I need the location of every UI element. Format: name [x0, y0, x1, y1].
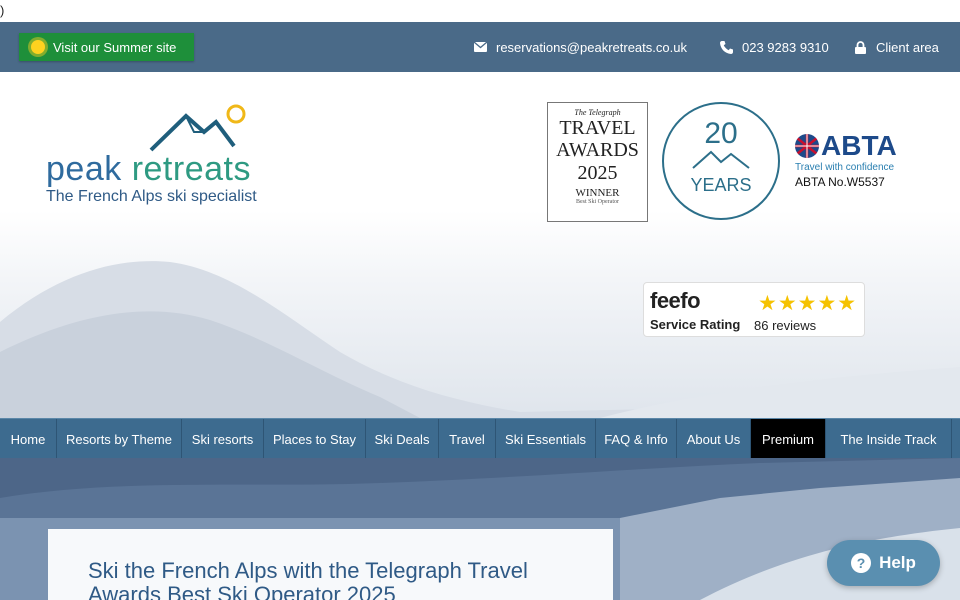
hero-headline: Ski the French Alps with the Telegraph T…: [88, 558, 528, 600]
telegraph-travel: TRAVEL: [559, 117, 636, 139]
nav-item-travel[interactable]: Travel: [439, 419, 496, 459]
nav-item-resorts-by-theme[interactable]: Resorts by Theme: [57, 419, 182, 459]
email-text: reservations@peakretreats.co.uk: [496, 39, 687, 55]
summer-site-button[interactable]: Visit our Summer site: [19, 33, 194, 61]
logo-word-peak: peak: [46, 150, 122, 188]
telegraph-award-badge: The Telegraph TRAVEL AWARDS 2025 WINNER …: [547, 102, 648, 222]
envelope-icon: [472, 42, 488, 52]
nav-item-ski-resorts[interactable]: Ski resorts: [182, 419, 264, 459]
nav-item-premium[interactable]: Premium: [751, 419, 826, 459]
peak-retreats-logo[interactable]: peak retreats: [46, 102, 258, 188]
feefo-rating-widget[interactable]: feefo Service Rating ★★★★★ 86 reviews: [643, 282, 865, 337]
phone-link[interactable]: 023 9283 9310: [718, 22, 829, 72]
hero-banner: Ski the French Alps with the Telegraph T…: [0, 458, 960, 600]
phone-text: 023 9283 9310: [742, 39, 829, 55]
feefo-label: Service Rating: [650, 317, 741, 332]
lock-icon: [852, 40, 868, 54]
telegraph-awards: AWARDS: [556, 139, 639, 161]
client-area-link[interactable]: Client area: [852, 22, 939, 72]
nav-item-home[interactable]: Home: [0, 419, 57, 459]
nav-item-the-inside-track[interactable]: The Inside Track: [826, 419, 952, 459]
logo-wordmark: peak retreats: [46, 150, 251, 189]
telegraph-masthead: The Telegraph: [574, 108, 621, 117]
abta-globe-icon: [795, 134, 819, 158]
telegraph-year: 2025: [577, 162, 618, 184]
email-link[interactable]: reservations@peakretreats.co.uk: [472, 22, 687, 72]
years-number: 20: [704, 117, 738, 150]
twenty-years-badge: 20 YEARS: [662, 102, 780, 220]
help-label: Help: [879, 553, 916, 572]
abta-number: ABTA No.W5537: [795, 175, 885, 189]
phone-icon: [718, 40, 734, 54]
nav-item-faq-info[interactable]: FAQ & Info: [596, 419, 677, 459]
nav-item-ski-essentials[interactable]: Ski Essentials: [496, 419, 596, 459]
main-nav: Home Resorts by Theme Ski resorts Places…: [0, 418, 960, 459]
stray-text: ): [0, 3, 5, 18]
years-label: YEARS: [690, 175, 752, 195]
abta-subtext: Travel with confidence: [795, 162, 895, 173]
header-hero: peak retreats The French Alps ski specia…: [0, 72, 960, 418]
summer-site-label: Visit our Summer site: [53, 39, 177, 55]
feefo-logo: feefo: [650, 288, 701, 313]
nav-item-ski-deals[interactable]: Ski Deals: [366, 419, 439, 459]
nav-item-places-to-stay[interactable]: Places to Stay: [264, 419, 366, 459]
question-icon: ?: [851, 553, 872, 573]
tagline: The French Alps ski specialist: [46, 188, 257, 205]
telegraph-category: Best Ski Operator: [576, 199, 619, 205]
abta-badge: ABTA Travel with confidence ABTA No.W553…: [795, 132, 905, 189]
sun-icon: [31, 40, 45, 54]
feefo-review-count: 86 reviews: [754, 318, 817, 333]
top-utility-bar: Visit our Summer site reservations@peakr…: [0, 22, 960, 72]
abta-brand-text: ABTA: [821, 130, 897, 161]
mountain-icon: [692, 150, 750, 169]
star-rating-icon: ★★★★★: [758, 292, 858, 315]
hero-card: Ski the French Alps with the Telegraph T…: [48, 529, 613, 600]
help-button[interactable]: ? Help: [827, 540, 940, 586]
nav-item-about-us[interactable]: About Us: [677, 419, 751, 459]
logo-word-retreats: retreats: [131, 150, 251, 188]
client-area-text: Client area: [876, 39, 939, 55]
telegraph-winner: WINNER: [575, 187, 620, 199]
